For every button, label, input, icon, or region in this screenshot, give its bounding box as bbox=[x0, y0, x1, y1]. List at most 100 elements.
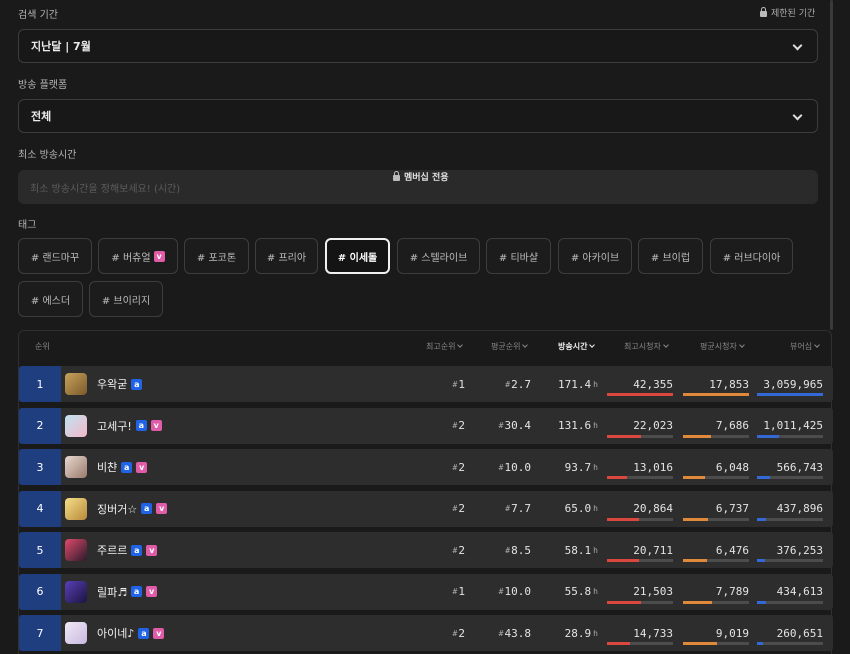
hour-suffix: h bbox=[593, 628, 598, 638]
avg-rank-cell: #43.8 bbox=[489, 615, 531, 651]
tag-lovedia[interactable]: # 러브다이아 bbox=[710, 238, 793, 274]
page-scrollbar[interactable] bbox=[830, 0, 833, 330]
membership-only-note: 멤버십 전용 bbox=[393, 170, 449, 183]
lock-icon bbox=[393, 171, 400, 181]
header-peak-viewers[interactable]: 최고시청자 bbox=[624, 341, 669, 352]
header-avg-viewers[interactable]: 평균시청자 bbox=[700, 341, 745, 352]
best-rank-cell: #2 bbox=[439, 615, 465, 651]
total-viewers-bar-fill bbox=[757, 393, 823, 396]
tags-label: 태그 bbox=[18, 220, 37, 231]
avg-viewers-cell: 7,789 bbox=[715, 585, 749, 598]
ranking-table: 순위 최고순위 평균순위 방송시간 최고시청자 평균시청자 뷰어십 1 우왁굳 a #… bbox=[18, 330, 833, 654]
streamer-name-cell[interactable]: 아이네♪ a v bbox=[97, 615, 165, 651]
tag-esther[interactable]: # 에스더 bbox=[18, 281, 83, 317]
table-row[interactable]: 6 릴파♬ a v #1 #10.0 55.8 h 21,503 7,789 434,613 bbox=[19, 573, 833, 610]
header-best-rank[interactable]: 최고순위 bbox=[426, 341, 464, 352]
chevron-down-icon bbox=[662, 342, 669, 348]
best-rank-value: 2 bbox=[458, 543, 465, 557]
streamer-name-cell[interactable]: 비챤 a v bbox=[97, 449, 148, 485]
peak-viewers-cell: 13,016 bbox=[633, 460, 673, 474]
avg-viewers-bar-fill bbox=[683, 476, 706, 479]
tag-stellive[interactable]: # 스텔라이브 bbox=[397, 238, 480, 274]
streamer-name-cell[interactable]: 주르르 a v bbox=[97, 532, 158, 568]
header-rank: 순위 bbox=[35, 342, 50, 351]
header-broadcast-time[interactable]: 방송시간 bbox=[558, 341, 596, 352]
streamer-name-cell[interactable]: 릴파♬ a v bbox=[97, 574, 158, 610]
header-avg-rank-label: 평균순위 bbox=[491, 342, 521, 351]
period-select[interactable]: 지난달 | 7월 bbox=[18, 29, 818, 63]
total-viewers-cell: 566,743 bbox=[776, 460, 823, 474]
table-row[interactable]: 5 주르르 a v #2 #8.5 58.1 h 20,711 6,476 376,253 bbox=[19, 532, 833, 568]
tag-virtual[interactable]: # 버츄얼 v bbox=[98, 238, 178, 274]
peak-viewers-cell: 22,023 bbox=[633, 419, 673, 432]
platform-badge: v bbox=[150, 420, 162, 431]
min-time-label: 최소 방송시간 bbox=[18, 150, 77, 161]
platform-badge: v bbox=[146, 544, 158, 556]
best-rank-value: 2 bbox=[458, 460, 465, 474]
peak-viewers-bar-fill bbox=[607, 393, 673, 396]
rank-prefix: # bbox=[452, 545, 458, 555]
avg-rank-value: 43.8 bbox=[504, 626, 532, 640]
peak-viewers-cell: 42,355 bbox=[633, 377, 673, 391]
tag-landmaggu[interactable]: # 랜드마꾸 bbox=[18, 238, 92, 274]
streamer-name-cell[interactable]: 고세구! a v bbox=[97, 408, 162, 444]
total-viewers-cell: 437,896 bbox=[776, 502, 823, 515]
total-viewers-bar-fill bbox=[757, 642, 763, 645]
avatar bbox=[65, 414, 87, 437]
streamer-name-cell[interactable]: 우왁굳 a bbox=[97, 366, 143, 402]
avg-viewers-bar bbox=[683, 476, 749, 479]
tag-vlup[interactable]: # 브이럽 bbox=[638, 238, 703, 274]
table-row[interactable]: 4 징버거☆ a v #2 #7.7 65.0 h 20,864 6,737 437,896 bbox=[19, 490, 833, 527]
avg-viewers-bar bbox=[683, 600, 749, 604]
peak-viewers-bar bbox=[607, 642, 673, 645]
chevron-down-icon bbox=[457, 342, 464, 348]
chevron-down-icon bbox=[589, 342, 596, 348]
tag-label: # 포코톤 bbox=[196, 252, 237, 264]
rank-prefix: # bbox=[505, 379, 511, 389]
avg-viewers-bar-fill bbox=[683, 434, 712, 438]
table-row[interactable]: 2 고세구! a v #2 #30.4 131.6 h 22,023 7,686 1,011,425 bbox=[19, 407, 833, 444]
peak-viewers-bar bbox=[607, 517, 673, 521]
avg-rank-cell: #10.0 bbox=[489, 449, 531, 485]
total-viewers-bar-fill bbox=[757, 434, 779, 438]
avg-rank-value: 10.0 bbox=[504, 460, 532, 474]
tag-pocoton[interactable]: # 포코톤 bbox=[184, 238, 249, 274]
platform-badge: v bbox=[136, 461, 148, 473]
streamer-name: 고세구! bbox=[97, 419, 132, 433]
peak-viewers-bar-fill bbox=[607, 434, 642, 438]
broadcast-time-cell: 55.8 h bbox=[546, 574, 598, 610]
tag-isegye[interactable]: # 이세돌 bbox=[325, 238, 390, 274]
best-rank-value: 2 bbox=[458, 502, 465, 515]
tag-fria[interactable]: # 프리아 bbox=[255, 238, 318, 274]
tag-label: # 이세돌 bbox=[337, 252, 378, 264]
table-row[interactable]: 1 우왁굳 a #1 #2.7 171.4 h 42,355 17,853 3,059,965 bbox=[19, 366, 833, 402]
tag-vridge[interactable]: # 브이리지 bbox=[89, 281, 163, 317]
header-avg-rank[interactable]: 평균순위 bbox=[491, 341, 529, 352]
table-row[interactable]: 3 비챤 a v #2 #10.0 93.7 h 13,016 6,048 566,743 bbox=[19, 449, 833, 485]
streamer-name-cell[interactable]: 징버거☆ a v bbox=[97, 491, 168, 527]
rank-prefix: # bbox=[452, 504, 458, 513]
tag-badge: v bbox=[153, 250, 165, 262]
platform-badge: a bbox=[121, 461, 133, 473]
platform-select[interactable]: 전체 bbox=[18, 99, 818, 133]
rank-cell: 1 bbox=[19, 366, 61, 402]
membership-only-label: 멤버십 전용 bbox=[404, 173, 449, 183]
avg-viewers-cell: 6,048 bbox=[715, 460, 749, 474]
avg-viewers-bar bbox=[683, 559, 749, 562]
total-viewers-bar-fill bbox=[757, 559, 765, 562]
table-row[interactable]: 7 아이네♪ a v #2 #43.8 28.9 h 14,733 9,019 260,651 bbox=[19, 615, 833, 651]
peak-viewers-cell: 20,711 bbox=[633, 543, 673, 557]
avatar bbox=[65, 622, 87, 644]
tag-tibashal[interactable]: # 티바샬 bbox=[486, 238, 551, 274]
header-total-viewers[interactable]: 뷰어십 bbox=[790, 341, 820, 352]
tag-archive[interactable]: # 아카이브 bbox=[558, 238, 632, 274]
header-avg-viewers-label: 평균시청자 bbox=[700, 342, 737, 351]
total-viewers-bar bbox=[757, 476, 823, 479]
period-label: 검색 기간 bbox=[18, 10, 58, 21]
rank-prefix: # bbox=[498, 628, 504, 638]
avatar bbox=[65, 456, 87, 478]
peak-viewers-cell: 21,503 bbox=[633, 585, 673, 598]
streamer-name: 주르르 bbox=[97, 544, 128, 557]
rank-prefix: # bbox=[498, 421, 504, 430]
avg-viewers-cell: 6,476 bbox=[715, 543, 749, 557]
